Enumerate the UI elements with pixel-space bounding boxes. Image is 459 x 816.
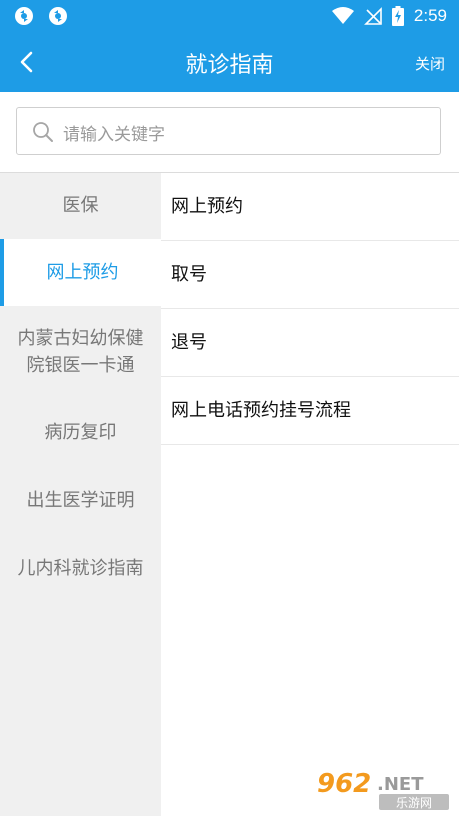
sidebar-item-online-appointment[interactable]: 网上预约 (0, 239, 161, 306)
page-title: 就诊指南 (185, 53, 274, 78)
svg-text:乐游网: 乐游网 (396, 796, 432, 810)
sidebar-item-medical-insurance[interactable]: 医保 (0, 173, 161, 239)
search-placeholder: 请输入关键字 (63, 125, 165, 145)
sidebar-item-record-copy[interactable]: 病历复印 (0, 419, 161, 449)
close-button[interactable]: 关闭 (415, 53, 445, 74)
status-time: 2:59 (413, 6, 447, 25)
site-watermark-logo: 962 .NET 乐游网 (317, 769, 449, 810)
sync-notification-icon (15, 7, 33, 25)
list-item[interactable]: 退号 (161, 309, 459, 377)
no-signal-icon (363, 7, 382, 25)
svg-text:962: 962 (317, 769, 371, 799)
search-icon (33, 122, 53, 142)
sidebar-item-bank-medical-card[interactable]: 内蒙古妇幼保健院银医一卡通 (0, 325, 161, 381)
list-item[interactable]: 网上预约 (161, 173, 459, 241)
app-bar: 就诊指南 关闭 (0, 32, 459, 92)
svg-text:.NET: .NET (377, 774, 424, 795)
wifi-icon (331, 7, 354, 24)
sidebar-item-birth-certificate[interactable]: 出生医学证明 (0, 487, 161, 517)
list-item-label: 网上电话预约挂号流程 (171, 400, 351, 421)
list-item-label: 取号 (171, 264, 207, 285)
search-area: 请输入关键字 (0, 92, 459, 173)
battery-charging-icon (391, 6, 404, 26)
list-item[interactable]: 网上电话预约挂号流程 (161, 377, 459, 445)
category-sidebar: 医保 网上预约 内蒙古妇幼保健院银医一卡通 病历复印 出生医学证明 儿内科就诊指… (0, 173, 161, 816)
list-item-label: 网上预约 (171, 196, 243, 217)
sidebar-item-pediatrics-guide[interactable]: 儿内科就诊指南 (0, 555, 161, 585)
search-input[interactable]: 请输入关键字 (16, 107, 441, 155)
guide-list: 网上预约 取号 退号 网上电话预约挂号流程 (161, 173, 459, 816)
sync-notification-icon (49, 7, 67, 25)
status-bar: 2:59 (0, 0, 459, 32)
list-item-label: 退号 (171, 332, 207, 353)
list-item[interactable]: 取号 (161, 241, 459, 309)
